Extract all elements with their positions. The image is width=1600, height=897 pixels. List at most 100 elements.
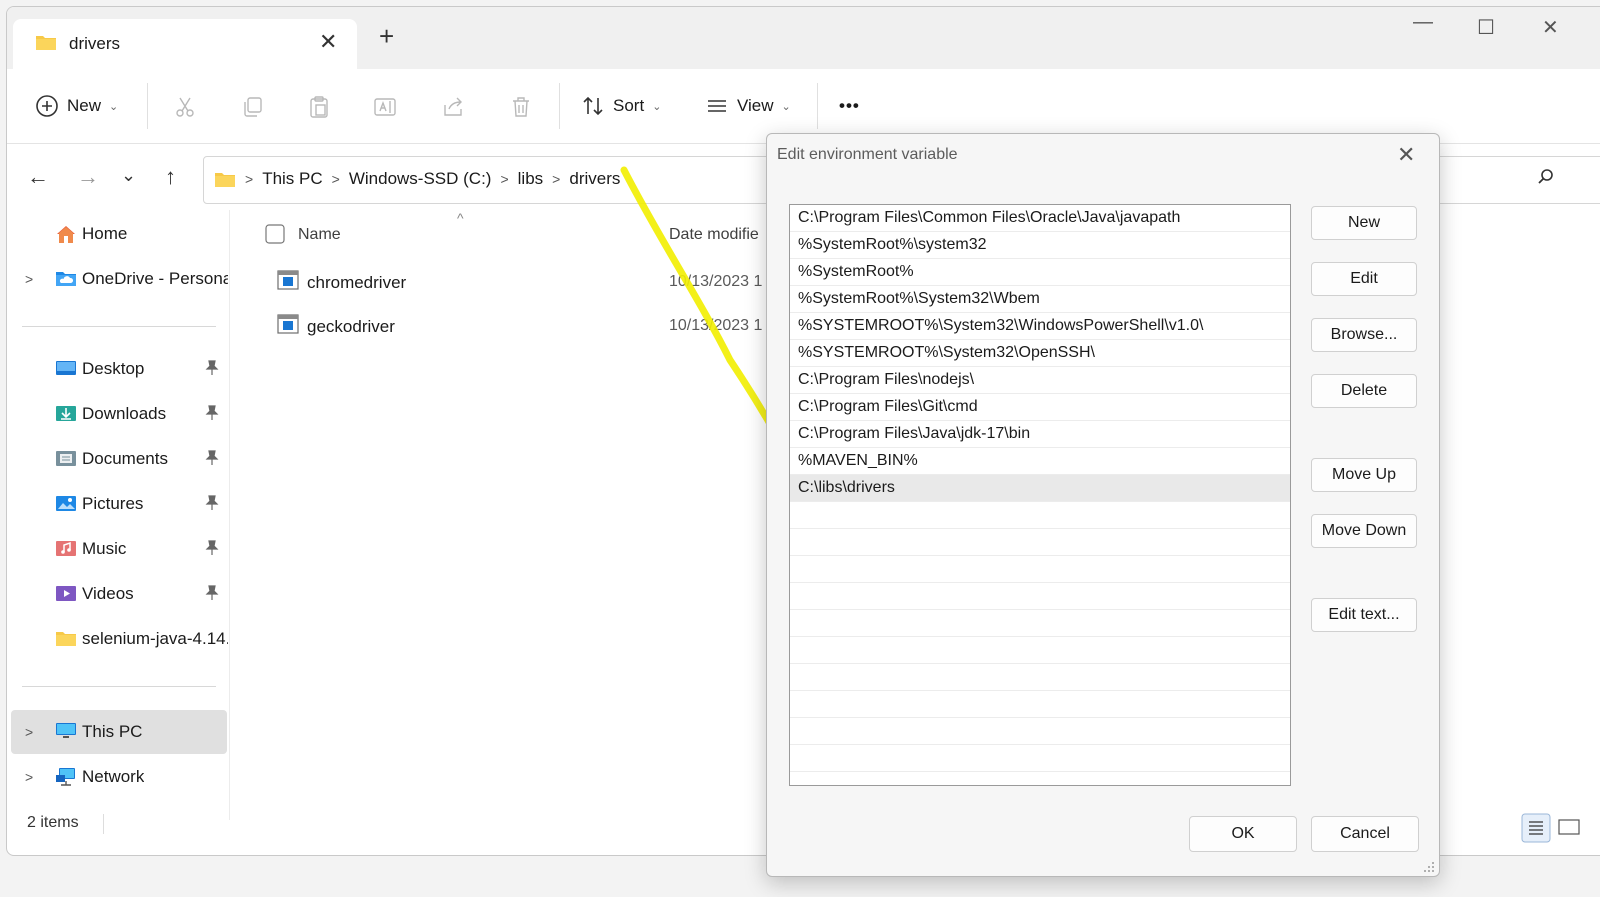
- pin-icon: [205, 540, 219, 561]
- sidebar-item-label: Music: [82, 539, 127, 558]
- minimize-button[interactable]: —: [1413, 11, 1433, 34]
- browse-button[interactable]: Browse...: [1311, 318, 1417, 352]
- sort-ascending-icon: ^: [457, 210, 464, 226]
- delete-icon[interactable]: [509, 95, 533, 124]
- up-button[interactable]: ↑: [165, 166, 176, 188]
- sidebar-item-onedrive[interactable]: > OneDrive - Persona: [7, 261, 229, 297]
- home-icon: [55, 224, 77, 249]
- tab-title: drivers: [69, 34, 121, 53]
- edit-text-button[interactable]: Edit text...: [1311, 598, 1417, 632]
- cancel-button[interactable]: Cancel: [1311, 816, 1419, 852]
- column-header-date-modified[interactable]: Date modifie: [669, 226, 759, 244]
- forward-button[interactable]: →: [77, 166, 99, 188]
- list-item[interactable]: %SystemRoot%\system32: [790, 232, 1290, 259]
- sidebar-item-videos[interactable]: Videos: [7, 576, 229, 612]
- recent-locations-button[interactable]: ⌄: [121, 164, 136, 186]
- folder-icon: [35, 33, 57, 56]
- path-entry: %SystemRoot%\system32: [798, 236, 987, 253]
- divider: [559, 83, 560, 129]
- move-up-button[interactable]: Move Up: [1311, 458, 1417, 492]
- breadcrumb-drivers[interactable]: drivers: [569, 169, 620, 189]
- new-button[interactable]: New ⌄: [35, 87, 118, 125]
- sidebar-item-network[interactable]: > Network: [7, 759, 229, 795]
- list-item[interactable]: %SYSTEMROOT%\System32\OpenSSH\: [790, 340, 1290, 367]
- close-window-button[interactable]: ✕: [1542, 15, 1559, 40]
- list-item[interactable]: C:\Program Files\Git\cmd: [790, 394, 1290, 421]
- folder-icon: [214, 170, 236, 188]
- sidebar-item-label: This PC: [82, 722, 143, 741]
- cut-icon[interactable]: [173, 95, 197, 124]
- empty-row[interactable]: [790, 529, 1290, 556]
- sidebar-item-home[interactable]: Home: [7, 216, 229, 252]
- view-button[interactable]: View ⌄: [705, 87, 791, 125]
- select-all-checkbox[interactable]: [265, 224, 285, 249]
- new-path-button[interactable]: New: [1311, 206, 1417, 240]
- sidebar-item-this-pc[interactable]: > This PC: [11, 710, 227, 754]
- column-header-name[interactable]: Name: [298, 226, 341, 244]
- empty-row[interactable]: [790, 637, 1290, 664]
- sidebar-item-label: Downloads: [82, 404, 167, 423]
- list-item[interactable]: C:\Program Files\nodejs\: [790, 367, 1290, 394]
- tab-close-button[interactable]: ✕: [319, 29, 337, 55]
- maximize-button[interactable]: ☐: [1477, 15, 1495, 40]
- empty-row[interactable]: [790, 556, 1290, 583]
- edit-path-button[interactable]: Edit: [1311, 262, 1417, 296]
- sidebar-item-downloads[interactable]: Downloads: [7, 396, 229, 432]
- copy-icon[interactable]: [241, 95, 265, 124]
- sidebar-item-music[interactable]: Music: [7, 531, 229, 567]
- application-icon: [277, 270, 299, 295]
- sidebar-item-pictures[interactable]: Pictures: [7, 486, 229, 522]
- sort-button[interactable]: Sort ⌄: [581, 87, 661, 125]
- resize-grip-icon[interactable]: [1423, 860, 1435, 878]
- list-item[interactable]: %SystemRoot%: [790, 259, 1290, 286]
- sidebar-item-desktop[interactable]: Desktop: [7, 351, 229, 387]
- list-item[interactable]: C:\Program Files\Common Files\Oracle\Jav…: [790, 205, 1290, 232]
- empty-row[interactable]: [790, 745, 1290, 772]
- breadcrumb-windows-ssd[interactable]: Windows-SSD (C:): [349, 169, 492, 189]
- move-down-button[interactable]: Move Down: [1311, 514, 1417, 548]
- paste-icon[interactable]: [307, 95, 331, 124]
- back-button[interactable]: ←: [27, 166, 49, 188]
- breadcrumb-this-pc[interactable]: This PC: [262, 169, 322, 189]
- divider: [817, 83, 818, 129]
- sidebar-item-label: Desktop: [82, 359, 145, 378]
- documents-folder-icon: [55, 449, 77, 472]
- empty-row[interactable]: [790, 610, 1290, 637]
- pin-icon: [205, 585, 219, 606]
- new-tab-button[interactable]: +: [379, 23, 394, 49]
- divider: [22, 326, 216, 327]
- path-entry: C:\Program Files\nodejs\: [798, 371, 975, 388]
- rename-icon[interactable]: [373, 95, 399, 124]
- share-icon[interactable]: [441, 95, 465, 124]
- list-item[interactable]: geckodriver 10/13/2023 1: [231, 308, 771, 344]
- expand-chevron-icon[interactable]: >: [25, 724, 33, 740]
- sidebar-item-documents[interactable]: Documents: [7, 441, 229, 477]
- pin-icon: [205, 405, 219, 426]
- more-options-button[interactable]: •••: [839, 87, 860, 125]
- tab-drivers[interactable]: drivers ✕: [13, 19, 357, 69]
- ok-button[interactable]: OK: [1189, 816, 1297, 852]
- delete-path-button[interactable]: Delete: [1311, 374, 1417, 408]
- list-item[interactable]: %SystemRoot%\System32\Wbem: [790, 286, 1290, 313]
- list-item[interactable]: %SYSTEMROOT%\System32\WindowsPowerShell\…: [790, 313, 1290, 340]
- expand-chevron-icon[interactable]: >: [25, 271, 33, 287]
- empty-row[interactable]: [790, 583, 1290, 610]
- list-item-selected[interactable]: C:\libs\drivers: [790, 475, 1290, 502]
- empty-row[interactable]: [790, 502, 1290, 529]
- sidebar-item-selenium-java[interactable]: selenium-java-4.14.: [7, 621, 229, 657]
- dialog-close-button[interactable]: ✕: [1397, 142, 1415, 168]
- empty-row[interactable]: [790, 664, 1290, 691]
- empty-row[interactable]: [790, 718, 1290, 745]
- pin-icon: [205, 450, 219, 471]
- breadcrumb-libs[interactable]: libs: [518, 169, 544, 189]
- path-list[interactable]: C:\Program Files\Common Files\Oracle\Jav…: [789, 204, 1291, 786]
- list-item[interactable]: C:\Program Files\Java\jdk-17\bin: [790, 421, 1290, 448]
- title-bar: drivers ✕ + — ☐ ✕: [7, 7, 1600, 69]
- empty-row[interactable]: [790, 691, 1290, 718]
- expand-chevron-icon[interactable]: >: [25, 769, 33, 785]
- sort-button-label: Sort: [613, 96, 645, 115]
- details-view-icon[interactable]: [1521, 813, 1581, 848]
- list-item[interactable]: %MAVEN_BIN%: [790, 448, 1290, 475]
- list-item[interactable]: chromedriver 10/13/2023 1: [231, 264, 771, 300]
- search-icon[interactable]: [1537, 168, 1555, 191]
